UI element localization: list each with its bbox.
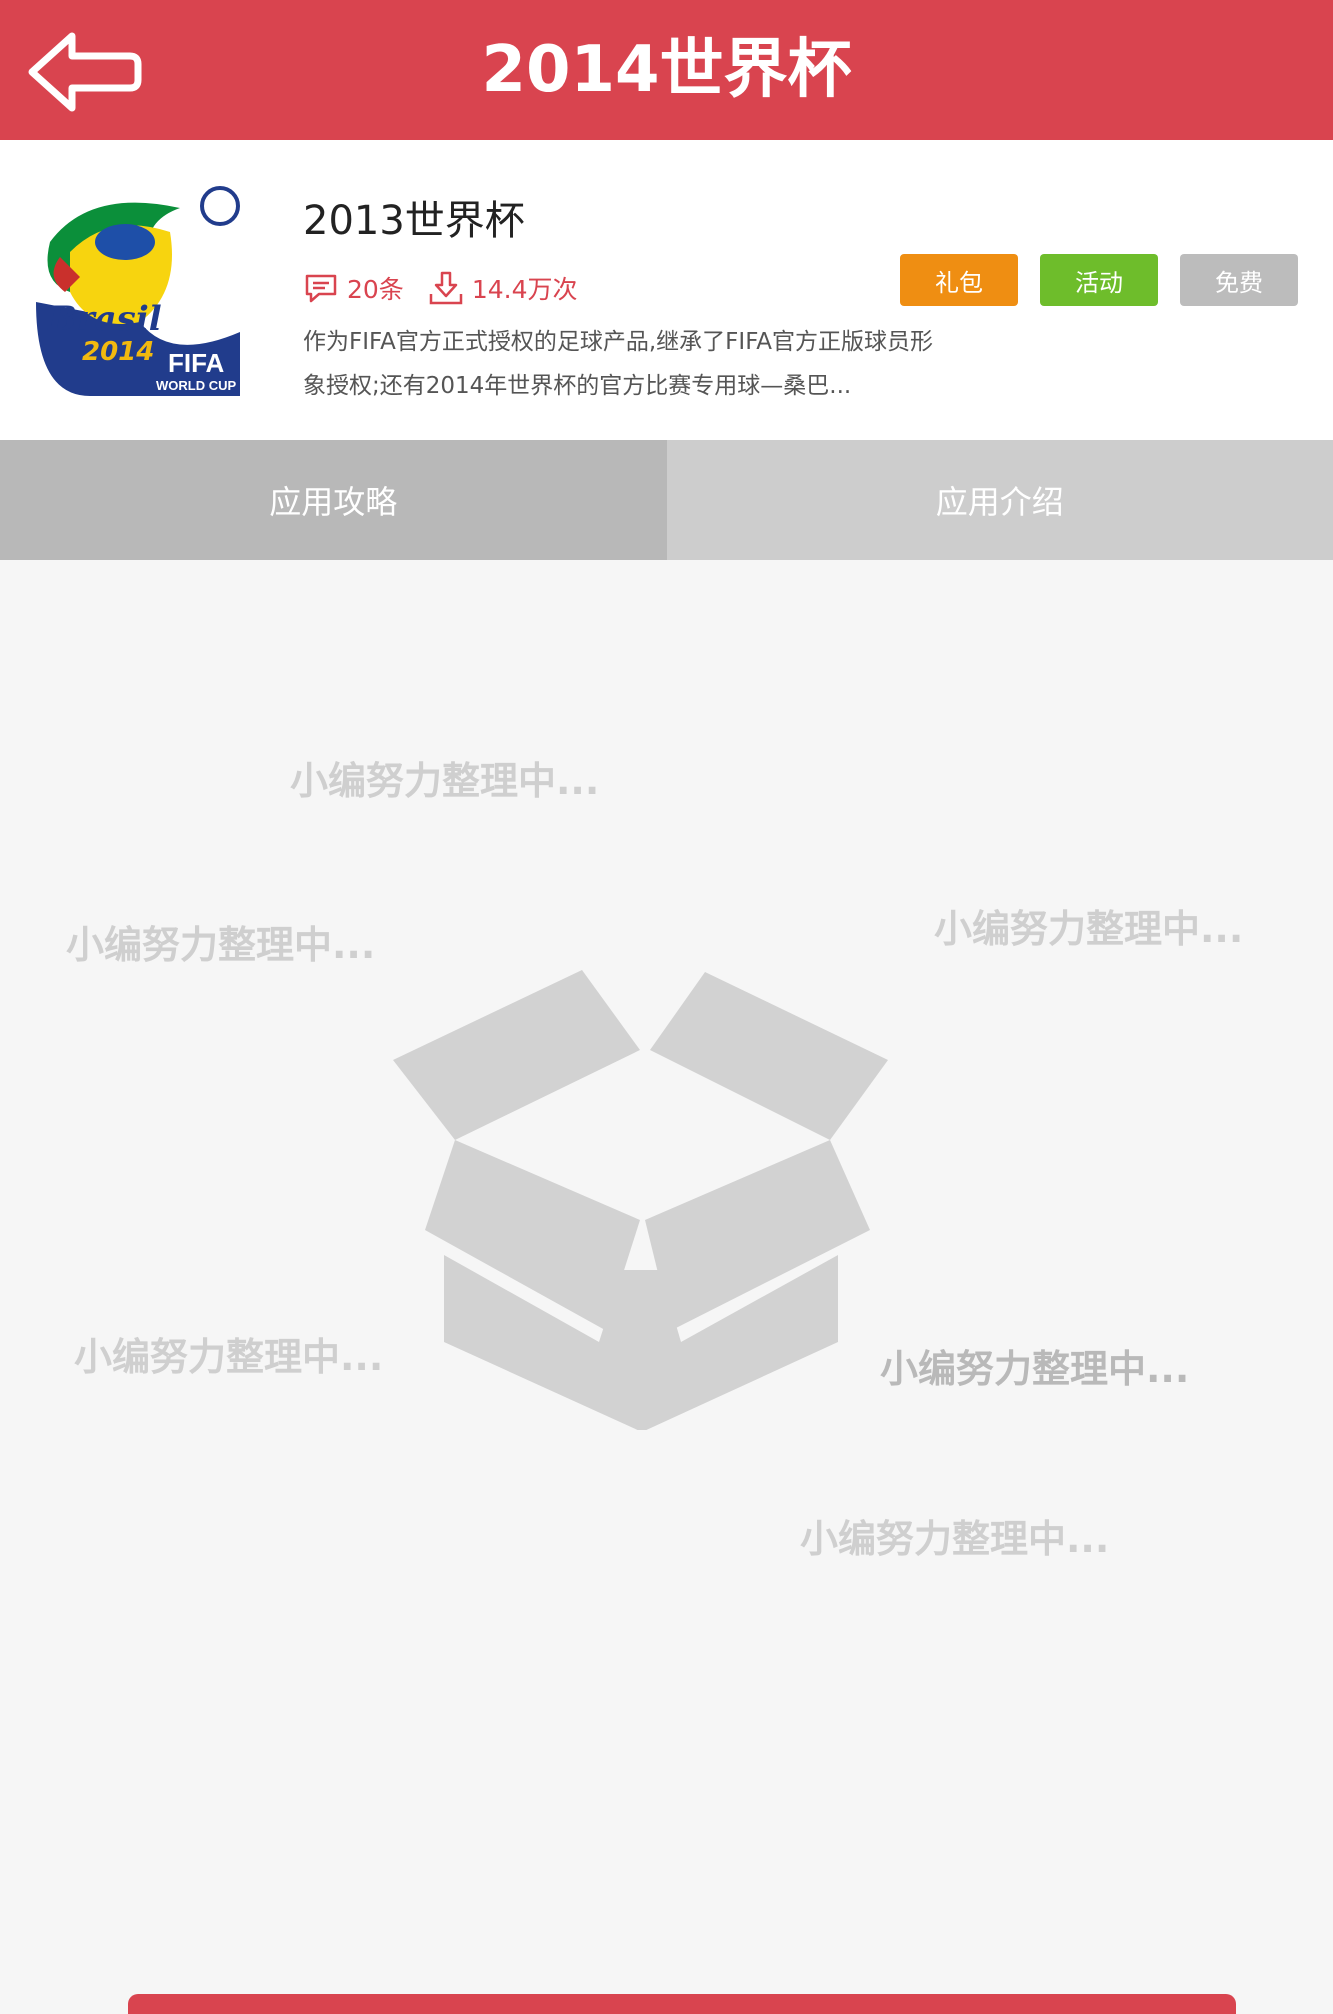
activity-tag[interactable]: 活动	[1040, 254, 1158, 306]
bottom-action-button[interactable]	[128, 1994, 1236, 2014]
empty-message: 小编努力整理中...	[74, 1326, 383, 1381]
tab-bar: 应用攻略 应用介绍	[0, 440, 1333, 560]
empty-message: 小编努力整理中...	[290, 750, 599, 805]
comment-count: 20条	[347, 270, 404, 306]
open-box-icon	[390, 970, 890, 1430]
free-tag[interactable]: 免费	[1180, 254, 1298, 306]
header-bar: 2014世界杯	[0, 0, 1333, 140]
download-icon	[428, 270, 464, 306]
app-tags: 礼包 活动 免费	[900, 254, 1298, 306]
app-description: 作为FIFA官方正式授权的足球产品,继承了FIFA官方正版球员形象授权;还有20…	[303, 320, 943, 408]
tab-strategy[interactable]: 应用攻略	[0, 440, 667, 560]
comment-icon	[303, 270, 339, 306]
empty-message: 小编努力整理中...	[934, 898, 1243, 953]
empty-message: 小编努力整理中...	[880, 1338, 1189, 1393]
empty-message: 小编努力整理中...	[800, 1508, 1109, 1563]
svg-text:Brasil: Brasil	[47, 299, 162, 339]
app-name: 2013世界杯	[303, 188, 525, 246]
svg-text:WORLD CUP: WORLD CUP	[156, 378, 236, 393]
empty-message: 小编努力整理中...	[66, 914, 375, 969]
app-info-card: Brasil 2014 FIFA WORLD CUP 2013世界杯 20条 1…	[0, 140, 1333, 440]
tab-intro[interactable]: 应用介绍	[667, 440, 1333, 560]
app-logo-icon[interactable]: Brasil 2014 FIFA WORLD CUP	[30, 182, 252, 404]
app-stats: 20条 14.4万次	[303, 268, 601, 308]
gift-tag[interactable]: 礼包	[900, 254, 1018, 306]
page-title: 2014世界杯	[0, 0, 1333, 140]
svg-text:2014: 2014	[82, 337, 154, 367]
svg-text:FIFA: FIFA	[168, 348, 225, 378]
download-count: 14.4万次	[472, 270, 578, 306]
